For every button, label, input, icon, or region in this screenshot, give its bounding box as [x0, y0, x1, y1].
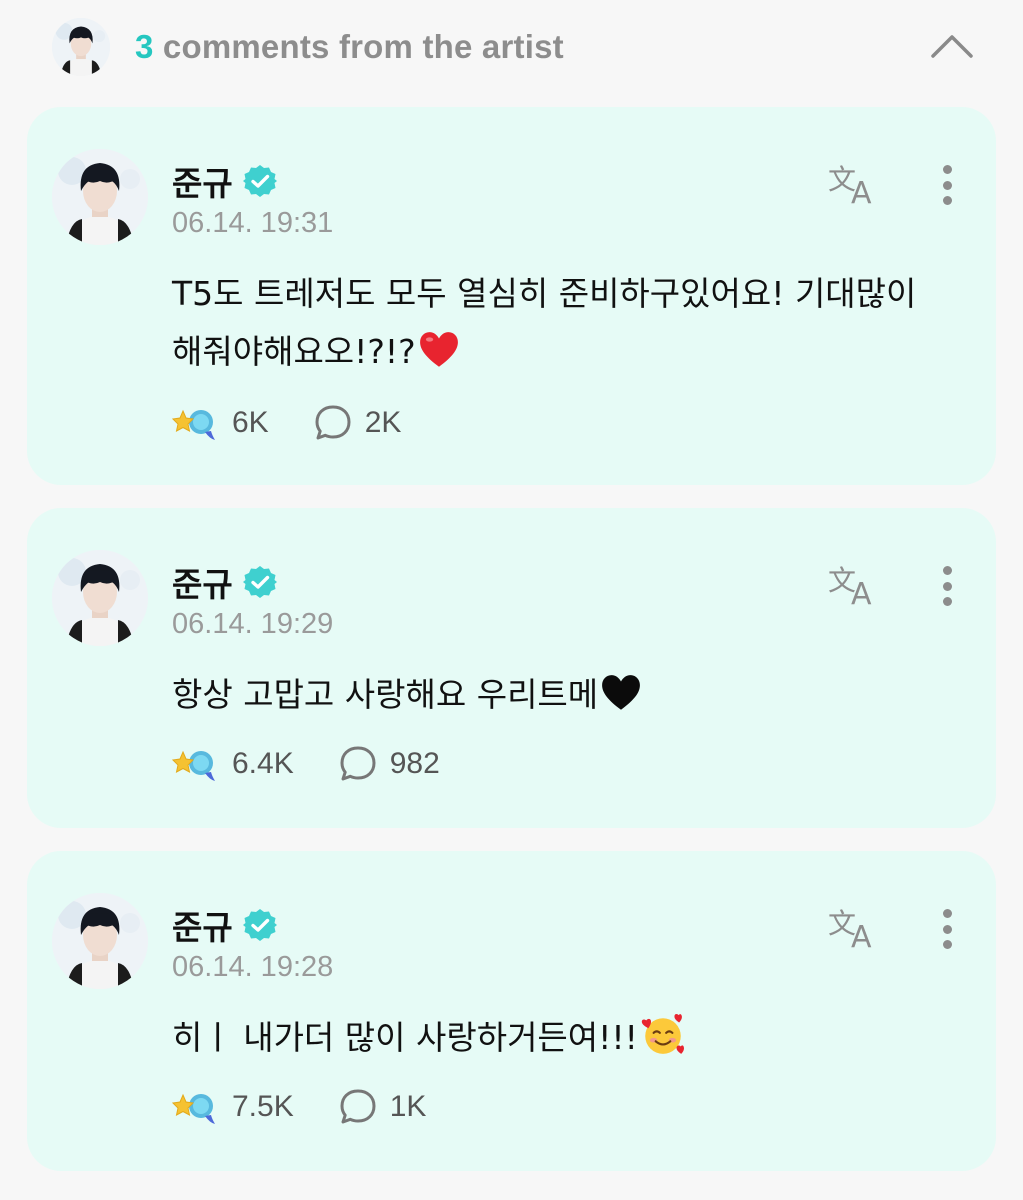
- author-name[interactable]: 준규: [172, 558, 233, 606]
- like-count: 7.5K: [232, 1090, 294, 1123]
- black-heart-emoji-icon: [600, 672, 642, 714]
- comment-body: T5도 트레저도 모두 열심히 준비하구있어요! 기대많이해줘야해요오!?!?: [172, 265, 932, 381]
- verified-badge-icon: [243, 565, 277, 599]
- lightstick-like-icon: [172, 1087, 220, 1127]
- reply-count: 2K: [364, 406, 402, 439]
- more-options-button[interactable]: [932, 161, 962, 209]
- like-count: 6.4K: [232, 747, 294, 780]
- comment-timestamp: 06.14. 19:31: [172, 207, 334, 239]
- smiling-face-with-hearts-emoji-icon: [640, 1012, 686, 1058]
- translate-icon[interactable]: [827, 903, 885, 951]
- translate-icon[interactable]: [827, 560, 885, 608]
- lightstick-like-icon: [172, 744, 220, 784]
- lightstick-like-icon: [172, 403, 220, 443]
- comment-timestamp: 06.14. 19:28: [172, 951, 334, 983]
- comment-card: 준규 06.14. 19:28 히ㅣ 내가더 많이 사랑하거든여!!! 7.5K…: [27, 851, 996, 1171]
- comment-card: 준규 06.14. 19:31 T5도 트레저도 모두 열심히 준비하구있어요!…: [27, 107, 996, 485]
- reply-button[interactable]: 2K: [313, 403, 402, 443]
- like-button[interactable]: 6K: [172, 403, 269, 443]
- like-count: 6K: [232, 406, 269, 439]
- author-name[interactable]: 준규: [172, 157, 233, 205]
- author-avatar[interactable]: [52, 149, 148, 245]
- verified-badge-icon: [243, 908, 277, 942]
- reply-button[interactable]: 1K: [338, 1087, 427, 1127]
- verified-badge-icon: [243, 164, 277, 198]
- reply-bubble-icon: [338, 1087, 378, 1127]
- collapse-button[interactable]: [924, 24, 980, 68]
- author-avatar[interactable]: [52, 550, 148, 646]
- reply-button[interactable]: 982: [338, 744, 440, 784]
- author-row: 준규: [172, 157, 277, 205]
- comment-stats: 6.4K 982: [172, 744, 484, 784]
- like-button[interactable]: 7.5K: [172, 1087, 294, 1127]
- artist-avatar: [52, 18, 110, 76]
- comment-text: T5도 트레저도 모두 열심히 준비하구있어요! 기대많이해줘야해요오!?!?: [172, 274, 917, 371]
- translate-icon[interactable]: [827, 159, 885, 207]
- author-row: 준규: [172, 901, 277, 949]
- chevron-up-icon: [931, 35, 973, 58]
- reply-count: 1K: [389, 1090, 427, 1123]
- comment-text: 히ㅣ 내가더 많이 사랑하거든여!!!: [172, 1018, 638, 1057]
- comment-timestamp: 06.14. 19:29: [172, 608, 334, 640]
- comment-body: 히ㅣ 내가더 많이 사랑하거든여!!!: [172, 1009, 932, 1067]
- author-row: 준규: [172, 558, 277, 606]
- comment-stats: 7.5K 1K: [172, 1087, 470, 1127]
- more-options-button[interactable]: [932, 562, 962, 610]
- header-title-text: comments from the artist: [153, 28, 564, 65]
- reply-count: 982: [389, 747, 440, 780]
- header-title: 3 comments from the artist: [135, 28, 564, 66]
- author-name[interactable]: 준규: [172, 901, 233, 949]
- more-options-button[interactable]: [932, 905, 962, 953]
- comment-card: 준규 06.14. 19:29 항상 고맙고 사랑해요 우리트메 6.4K 98…: [27, 508, 996, 828]
- red-heart-emoji-icon: [418, 329, 460, 371]
- reply-bubble-icon: [313, 403, 353, 443]
- like-button[interactable]: 6.4K: [172, 744, 294, 784]
- reply-bubble-icon: [338, 744, 378, 784]
- comment-stats: 6K 2K: [172, 403, 445, 443]
- comment-text: 항상 고맙고 사랑해요 우리트메: [172, 675, 599, 714]
- comment-body: 항상 고맙고 사랑해요 우리트메: [172, 666, 932, 724]
- author-avatar[interactable]: [52, 893, 148, 989]
- comment-count: 3: [135, 28, 154, 65]
- comments-header: 3 comments from the artist: [0, 0, 1023, 100]
